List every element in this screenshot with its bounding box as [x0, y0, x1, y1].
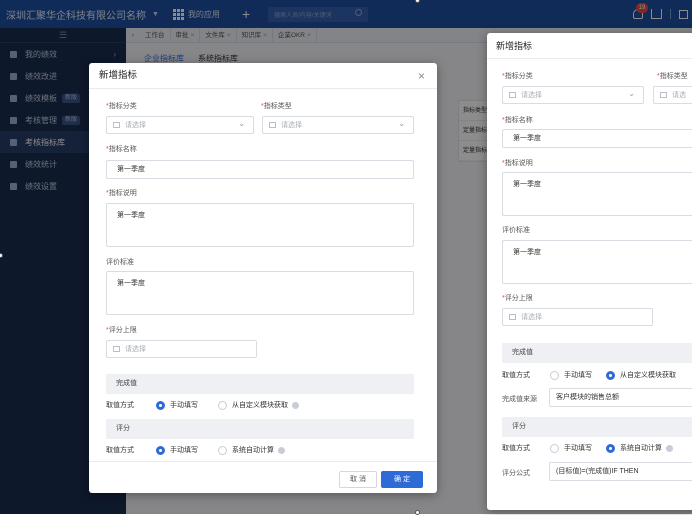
- radio-label: 系统自动计算: [620, 445, 662, 452]
- criteria-label: 评价标准: [502, 227, 530, 234]
- select-icon: [509, 92, 516, 98]
- select-icon: [113, 122, 120, 128]
- dialog-footer: 取 消 确 定: [89, 461, 437, 493]
- radio-label: 手动填写: [564, 445, 592, 452]
- limit-label: *评分上限: [106, 327, 137, 334]
- type-select[interactable]: 请选择 ⌄: [262, 116, 414, 134]
- radio-label: 手动填写: [170, 447, 198, 454]
- name-label: *指标名称: [106, 146, 137, 153]
- limit-placeholder: 请选择: [521, 314, 542, 321]
- dialog-body: *指标分类 请选择 ⌄ *指标类型 请选择 ⌄ *指标名称 第一季度 *指标说明 第…: [89, 89, 437, 461]
- type-placeholder: 请选: [672, 92, 686, 99]
- radio-label: 从自定义模块获取: [620, 372, 676, 379]
- completion-section: 完成值: [106, 374, 414, 394]
- help-icon[interactable]: [278, 446, 285, 454]
- select-icon: [660, 92, 667, 98]
- score-method-row: 取值方式 手动填写 系统自动计算: [106, 445, 285, 455]
- category-select[interactable]: 请选择 ⌄: [502, 86, 644, 104]
- help-icon[interactable]: [292, 401, 299, 409]
- radio-label: 手动填写: [170, 402, 198, 409]
- limit-select[interactable]: 请选择: [502, 308, 653, 326]
- desc-label: *指标说明: [106, 190, 137, 197]
- completion-method-label: 取值方式: [502, 372, 530, 379]
- dialog-body: *指标分类 请选择 ⌄ *指标类型 请选 *指标名称 第一季度 *指标说明 第一季…: [487, 33, 692, 510]
- score-method-label: 取值方式: [502, 445, 530, 452]
- criteria-textarea[interactable]: 第一季度: [502, 240, 692, 284]
- category-placeholder: 请选择: [125, 122, 146, 129]
- select-icon: [269, 122, 276, 128]
- add-indicator-dialog: 新增指标 × *指标分类 请选择 ⌄ *指标类型 请选择 ⌄ *指标名称 第一季度 …: [89, 63, 437, 493]
- category-select[interactable]: 请选择 ⌄: [106, 116, 254, 134]
- completion-method-label: 取值方式: [106, 402, 134, 409]
- name-input[interactable]: 第一季度: [106, 160, 414, 179]
- desc-label: *指标说明: [502, 160, 533, 167]
- desc-textarea[interactable]: 第一季度: [106, 203, 414, 247]
- limit-label: *评分上限: [502, 295, 533, 302]
- selection-handle: [415, 510, 420, 515]
- radio-label: 从自定义模块获取: [232, 402, 288, 409]
- radio-manual-completion[interactable]: [156, 400, 165, 410]
- score-method-label: 取值方式: [106, 447, 134, 454]
- close-icon[interactable]: ×: [418, 69, 425, 83]
- criteria-label: 评价标准: [106, 259, 134, 266]
- completion-method-row: 取值方式 手动填写 从自定义模块获取: [502, 370, 676, 380]
- category-label: *指标分类: [502, 73, 533, 80]
- cancel-button[interactable]: 取 消: [339, 471, 377, 488]
- type-select[interactable]: 请选: [653, 86, 692, 104]
- criteria-textarea[interactable]: 第一季度: [106, 271, 414, 315]
- type-placeholder: 请选择: [281, 122, 302, 129]
- add-indicator-dialog-expanded: 新增指标 *指标分类 请选择 ⌄ *指标类型 请选 *指标名称 第一季度 *指标说…: [487, 33, 692, 510]
- radio-manual-completion[interactable]: [550, 370, 559, 380]
- limit-select[interactable]: 请选择: [106, 340, 257, 358]
- name-label: *指标名称: [502, 117, 533, 124]
- radio-auto-calc[interactable]: [218, 445, 227, 455]
- desc-textarea[interactable]: 第一季度: [502, 172, 692, 216]
- completion-source-label: 完成值来源: [502, 396, 537, 403]
- name-input[interactable]: 第一季度: [502, 129, 692, 148]
- help-icon[interactable]: [666, 444, 673, 452]
- score-section: 评分: [502, 417, 692, 437]
- select-icon: [113, 346, 120, 352]
- chevron-down-icon: ⌄: [238, 119, 245, 128]
- radio-auto-calc[interactable]: [606, 443, 615, 453]
- completion-source-field[interactable]: 客户模块的销售总额: [549, 388, 692, 407]
- category-label: *指标分类: [106, 103, 137, 110]
- formula-label: 评分公式: [502, 470, 530, 477]
- radio-custom-module[interactable]: [606, 370, 615, 380]
- completion-method-row: 取值方式 手动填写 从自定义模块获取: [106, 400, 299, 410]
- chevron-down-icon: ⌄: [628, 89, 635, 98]
- radio-label: 手动填写: [564, 372, 592, 379]
- radio-manual-score[interactable]: [550, 443, 559, 453]
- limit-placeholder: 请选择: [125, 346, 146, 353]
- formula-field[interactable]: (目标值)=(完成值)IF THEN: [549, 462, 692, 481]
- category-placeholder: 请选择: [521, 92, 542, 99]
- confirm-button[interactable]: 确 定: [381, 471, 423, 488]
- chevron-down-icon: ⌄: [398, 119, 405, 128]
- dialog-title: 新增指标: [89, 63, 437, 89]
- type-label: *指标类型: [657, 73, 688, 80]
- select-icon: [509, 314, 516, 320]
- score-method-row: 取值方式 手动填写 系统自动计算: [502, 443, 673, 453]
- radio-label: 系统自动计算: [232, 447, 274, 454]
- completion-section: 完成值: [502, 343, 692, 363]
- radio-custom-module[interactable]: [218, 400, 227, 410]
- radio-manual-score[interactable]: [156, 445, 165, 455]
- type-label: *指标类型: [261, 103, 292, 110]
- score-section: 评分: [106, 419, 414, 439]
